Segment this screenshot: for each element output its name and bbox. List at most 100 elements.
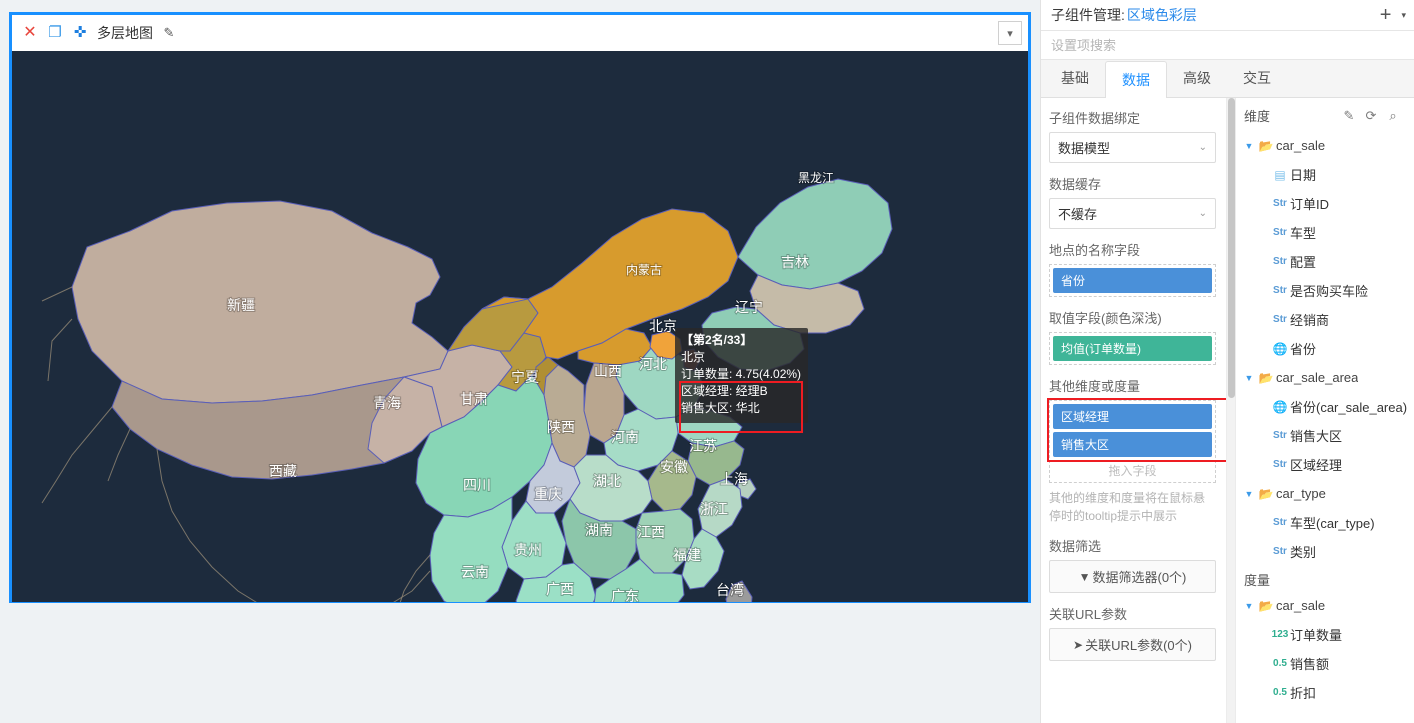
folder-icon: 📂 — [1258, 486, 1274, 501]
add-icon[interactable]: + — [1380, 5, 1392, 25]
field-item-label: 省份 — [1290, 342, 1317, 357]
settings-column: 子组件数据绑定 数据模型 ⌄ 数据缓存 不缓存 ⌄ 地点的名称字段 省份 取值字… — [1041, 98, 1226, 723]
field-item[interactable]: Str 经销商 — [1242, 305, 1410, 334]
field-item[interactable]: Str 是否购买车险 — [1242, 276, 1410, 305]
field-item[interactable]: Str 车型 — [1242, 218, 1410, 247]
measure-tree: ▼ 📂 car_sale 123 订单数量 0.5 销售额 0.5 折扣 — [1242, 591, 1410, 707]
tab-interaction[interactable]: 交互 — [1227, 60, 1287, 97]
folder-icon: 📂 — [1258, 138, 1274, 153]
field-tree-column: 维度 ✎ ⟳ ⌕ ▼ 📂 car_sale ▤ 日期 Str 订单ID Str 车型 Str 配置 S… — [1235, 98, 1414, 723]
field-item[interactable]: Str 配置 — [1242, 247, 1410, 276]
pencil-icon[interactable]: ✎ — [161, 25, 177, 41]
dimension-header-label: 维度 — [1244, 109, 1271, 124]
field-item-label: 省份(car_sale_area) — [1290, 400, 1408, 415]
other-dim-pill-manager[interactable]: 区域经理 — [1053, 404, 1212, 429]
field-group-label: car_sale — [1276, 138, 1326, 153]
field-item-label: 车型 — [1290, 226, 1317, 241]
copy-icon[interactable]: ❐ — [47, 25, 63, 41]
widget-menu-button[interactable]: ▾ — [998, 21, 1022, 45]
send-icon: ➤ — [1073, 637, 1084, 652]
pencil-icon[interactable]: ✎ — [1338, 108, 1360, 124]
other-dim-pill-region[interactable]: 销售大区 — [1053, 432, 1212, 457]
field-item[interactable]: Str 订单ID — [1242, 189, 1410, 218]
binding-label: 子组件数据绑定 — [1049, 111, 1141, 126]
field-type-icon-str: Str — [1273, 430, 1287, 441]
settings-search-row[interactable] — [1041, 31, 1414, 60]
close-icon[interactable]: ✕ — [22, 24, 38, 41]
url-param-button[interactable]: ➤ 关联URL参数(0个) — [1049, 628, 1216, 661]
field-group-car_sale[interactable]: ▼ 📂 car_sale — [1242, 131, 1410, 160]
map-svg: 新疆西藏青海 甘肃宁夏内蒙古黑龙江吉林辽宁北京河北山西陕西河南江苏安徽上海四川重庆… — [41, 170, 893, 602]
widget-header: ✕ ❐ ✜ 多层地图 ✎ ▾ — [12, 15, 1028, 51]
field-item-label: 日期 — [1290, 168, 1317, 183]
field-item[interactable]: Str 区域经理 — [1242, 450, 1410, 479]
other-dims-note: 其他的维度和度量将在鼠标悬停时的tooltip提示中展示 — [1049, 491, 1206, 523]
canvas-area: ✕ ❐ ✜ 多层地图 ✎ ▾ 新疆 西藏 青海 甘肃 宁夏 内蒙古 黑龙江 吉林… — [0, 0, 1040, 723]
field-item-label: 类别 — [1290, 545, 1317, 560]
field-item[interactable]: 0.5 销售额 — [1242, 649, 1410, 678]
other-dims-label: 其他维度或度量 — [1049, 379, 1141, 394]
name-field-label: 地点的名称字段 — [1049, 243, 1141, 258]
panel-title-bar: 子组件管理: 区域色彩层 + ▾ — [1041, 0, 1414, 31]
panel-body: 子组件数据绑定 数据模型 ⌄ 数据缓存 不缓存 ⌄ 地点的名称字段 省份 取值字… — [1041, 98, 1414, 723]
field-item[interactable]: Str 类别 — [1242, 537, 1410, 566]
refresh-icon[interactable]: ⟳ — [1360, 108, 1382, 124]
field-group-car_sale[interactable]: ▼ 📂 car_sale — [1242, 591, 1410, 620]
field-type-icon-date: ▤ — [1274, 167, 1286, 182]
widget-title: 多层地图 — [97, 24, 153, 41]
binding-select[interactable]: 数据模型 ⌄ — [1049, 132, 1216, 163]
chevron-down-icon[interactable]: ▼ — [1242, 489, 1256, 499]
field-item[interactable]: 0.5 折扣 — [1242, 678, 1410, 707]
field-type-icon-str: Str — [1273, 546, 1287, 557]
value-field-pill[interactable]: 均值(订单数量) — [1053, 336, 1212, 361]
map-widget-frame[interactable]: ✕ ❐ ✜ 多层地图 ✎ ▾ 新疆 西藏 青海 甘肃 宁夏 内蒙古 黑龙江 吉林… — [9, 12, 1031, 603]
chevron-down-icon[interactable]: ▼ — [1242, 601, 1256, 611]
cache-select-value: 不缓存 — [1058, 207, 1098, 222]
folder-icon: 📂 — [1258, 370, 1274, 385]
field-type-icon-str: Str — [1273, 227, 1287, 238]
chevron-down-icon: ⌄ — [1198, 208, 1207, 219]
field-item-label: 车型(car_type) — [1290, 516, 1375, 531]
dimension-tree: ▼ 📂 car_sale ▤ 日期 Str 订单ID Str 车型 Str 配置 Str 是否购买车险 S… — [1242, 131, 1410, 566]
field-type-icon-geo: 🌐 — [1272, 399, 1288, 414]
province-label: 北京 — [649, 318, 677, 334]
cache-select[interactable]: 不缓存 ⌄ — [1049, 198, 1216, 229]
field-item-label: 配置 — [1290, 255, 1317, 270]
name-field-dropzone[interactable]: 省份 — [1049, 264, 1216, 297]
field-type-icon-str: Str — [1273, 285, 1287, 296]
settings-search-input[interactable] — [1041, 31, 1414, 59]
scrollbar-thumb[interactable] — [1228, 98, 1235, 398]
search-icon[interactable]: ⌕ — [1382, 108, 1404, 124]
field-group-car_type[interactable]: ▼ 📂 car_type — [1242, 479, 1410, 508]
field-item[interactable]: 🌐 省份 — [1242, 334, 1410, 363]
tab-data[interactable]: 数据 — [1105, 61, 1167, 98]
name-field-pill[interactable]: 省份 — [1053, 268, 1212, 293]
chevron-down-icon[interactable]: ▾ — [1401, 10, 1406, 20]
field-item[interactable]: Str 销售大区 — [1242, 421, 1410, 450]
tab-advanced[interactable]: 高级 — [1167, 60, 1227, 97]
field-item[interactable]: 123 订单数量 — [1242, 620, 1410, 649]
field-item[interactable]: Str 车型(car_type) — [1242, 508, 1410, 537]
chevron-down-icon[interactable]: ▼ — [1242, 373, 1256, 383]
other-dims-wrapper: 区域经理 销售大区 拖入字段 — [1047, 398, 1226, 483]
field-item[interactable]: 🌐 省份(car_sale_area) — [1242, 392, 1410, 421]
binding-select-value: 数据模型 — [1058, 141, 1111, 156]
tab-basic[interactable]: 基础 — [1045, 60, 1105, 97]
field-type-icon-geo: 🌐 — [1272, 341, 1288, 356]
data-filter-button[interactable]: ▼ 数据筛选器(0个) — [1049, 560, 1216, 593]
china-map[interactable]: 新疆 西藏 青海 甘肃 宁夏 内蒙古 黑龙江 吉林 辽宁 北京 河北 山西 陕西 河南 江苏 安徽 上海 四川 重庆… — [12, 51, 1028, 602]
chevron-down-icon[interactable]: ▼ — [1242, 141, 1256, 151]
settings-scrollbar[interactable] — [1226, 98, 1235, 723]
field-group-car_sale_area[interactable]: ▼ 📂 car_sale_area — [1242, 363, 1410, 392]
panel-tabs: 基础 数据 高级 交互 — [1041, 60, 1414, 98]
field-item-label: 销售额 — [1290, 657, 1330, 672]
field-group-label: car_type — [1276, 486, 1326, 501]
other-dims-dropzone[interactable]: 区域经理 销售大区 拖入字段 — [1049, 400, 1216, 483]
field-item[interactable]: ▤ 日期 — [1242, 160, 1410, 189]
move-icon[interactable]: ✜ — [72, 25, 88, 41]
url-param-button-label: 关联URL参数(0个) — [1085, 638, 1192, 653]
cache-label: 数据缓存 — [1049, 177, 1102, 192]
panel-title-value[interactable]: 区域色彩层 — [1127, 5, 1197, 25]
value-field-dropzone[interactable]: 均值(订单数量) — [1049, 332, 1216, 365]
field-type-icon-dec: 0.5 — [1273, 687, 1287, 698]
